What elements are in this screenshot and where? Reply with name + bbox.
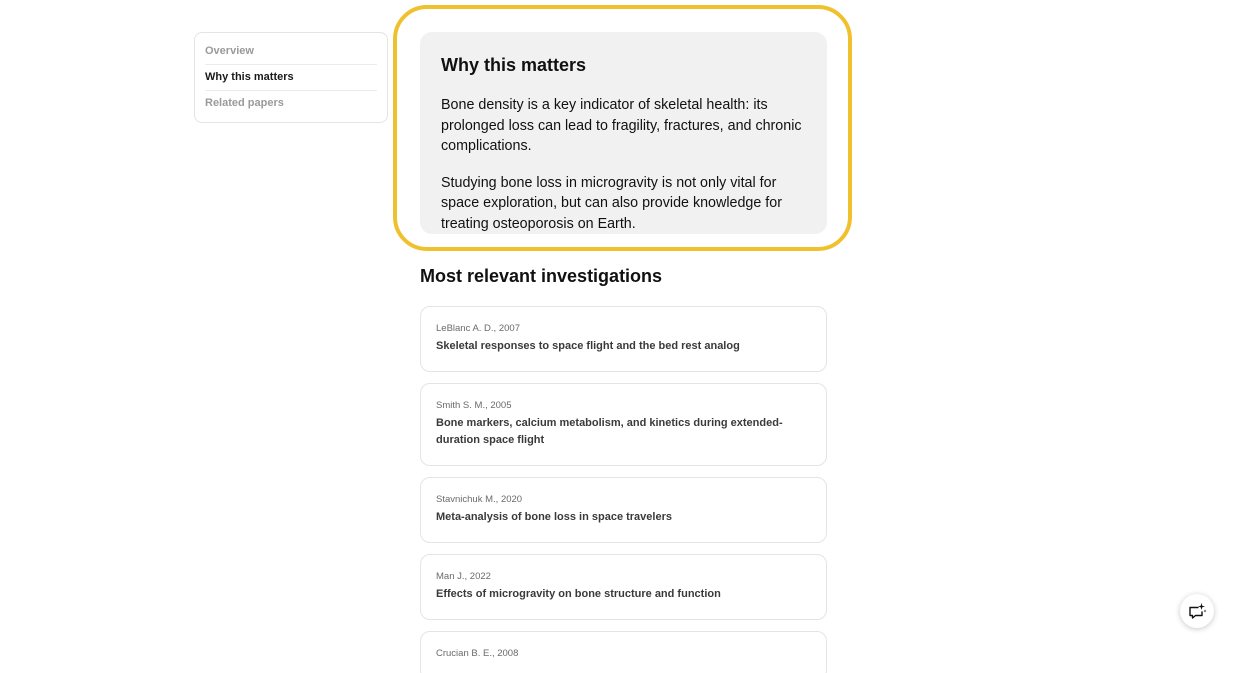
investigation-card[interactable]: Smith S. M., 2005 Bone markers, calcium … (420, 383, 827, 466)
investigation-meta: Man J., 2022 (436, 571, 491, 582)
why-this-matters-title: Why this matters (441, 55, 587, 75)
table-of-contents: Overview Why this matters Related papers (194, 32, 388, 123)
why-paragraph: Bone density is a key indicator of skele… (441, 97, 802, 154)
chat-sparkle-icon (1189, 603, 1207, 619)
investigation-card[interactable]: Crucian B. E., 2008 (420, 631, 827, 673)
toc-item-why-this-matters[interactable]: Why this matters (205, 65, 377, 91)
assistant-button[interactable] (1180, 594, 1214, 628)
investigation-card[interactable]: Stavnichuk M., 2020 Meta-analysis of bon… (420, 477, 827, 543)
investigation-meta: LeBlanc A. D., 2007 (436, 323, 520, 334)
investigations-list: LeBlanc A. D., 2007 Skeletal responses t… (420, 306, 827, 673)
why-this-matters-card: Why this matters Bone density is a key i… (420, 32, 827, 234)
page: Overview Why this matters Related papers… (0, 0, 1234, 673)
investigations-title: Most relevant investigations (420, 266, 663, 286)
investigation-title: Effects of microgravity on bone structur… (436, 588, 721, 600)
investigation-card[interactable]: Man J., 2022 Effects of microgravity on … (420, 554, 827, 620)
investigation-meta: Stavnichuk M., 2020 (436, 494, 523, 505)
investigation-meta: Crucian B. E., 2008 (436, 648, 519, 659)
toc-item-related-papers[interactable]: Related papers (205, 91, 377, 116)
investigation-title: Meta-analysis of bone loss in space trav… (436, 511, 672, 523)
investigation-card[interactable]: LeBlanc A. D., 2007 Skeletal responses t… (420, 306, 827, 372)
investigation-title: Bone markers, calcium metabolism, and ki… (436, 417, 783, 446)
investigation-meta: Smith S. M., 2005 (436, 400, 512, 411)
investigation-title: Skeletal responses to space flight and t… (436, 340, 740, 352)
toc-item-overview[interactable]: Overview (205, 39, 377, 65)
why-paragraph: Studying bone loss in microgravity is no… (441, 174, 782, 232)
